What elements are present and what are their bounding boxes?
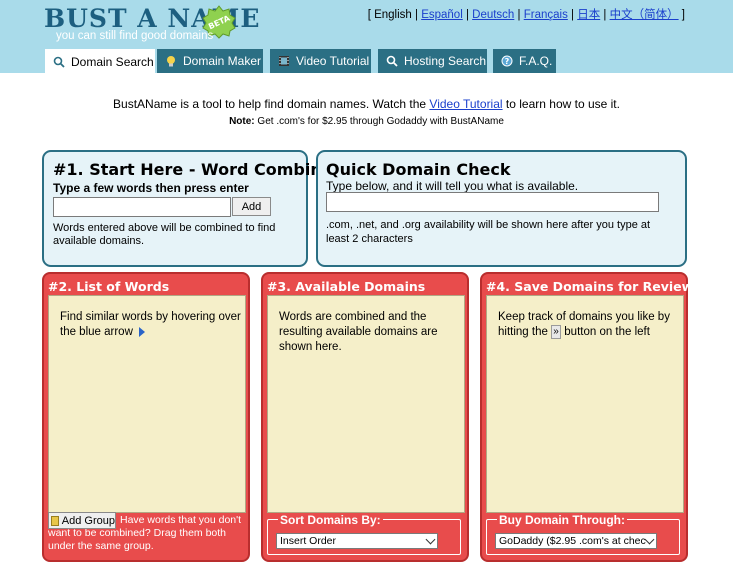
quick-check-title: Quick Domain Check: [326, 160, 511, 179]
chevron-down-icon: [425, 534, 436, 545]
tab-label: Domain Search: [71, 54, 154, 69]
word-input[interactable]: [53, 197, 231, 217]
film-icon: [279, 56, 289, 66]
folder-icon: [51, 515, 59, 526]
lang-deutsch[interactable]: Deutsch: [472, 9, 514, 21]
quick-check-input[interactable]: [326, 192, 659, 212]
quick-check-description: .com, .net, and .org availability will b…: [326, 219, 651, 245]
list-of-words-title: #2. List of Words: [48, 279, 170, 294]
save-domains-title: #4. Save Domains for Review: [486, 279, 694, 294]
lightbulb-icon: [167, 56, 175, 67]
tab-label: Hosting Search: [404, 54, 487, 68]
tab-domain-maker[interactable]: Domain Maker: [157, 49, 263, 73]
chevron-down-icon: [644, 534, 655, 545]
tab-video-tutorial[interactable]: Video Tutorial: [270, 49, 371, 73]
svg-text:?: ?: [505, 57, 510, 66]
saved-domains-area: Keep track of domains you like by hittin…: [486, 295, 684, 513]
tab-label: F.A.Q.: [519, 54, 553, 68]
video-tutorial-link[interactable]: Video Tutorial: [429, 97, 502, 111]
blue-arrow-icon: [138, 326, 145, 337]
lang-japanese[interactable]: 日本: [577, 9, 600, 21]
word-list-hint: Find similar words by hovering over the …: [60, 311, 241, 338]
save-arrow-button-icon: »: [551, 325, 562, 339]
word-combiner-subtitle: Type a few words then press enter: [53, 181, 249, 195]
lang-francais[interactable]: Français: [524, 9, 568, 21]
tab-hosting-search[interactable]: Hosting Search: [378, 49, 487, 73]
note-label: Note:: [229, 116, 255, 127]
tab-label: Domain Maker: [183, 54, 262, 68]
buy-domain-group: Buy Domain Through: GoDaddy ($2.95 .com'…: [486, 513, 680, 555]
lang-english[interactable]: English: [374, 9, 412, 21]
word-list-area: Find similar words by hovering over the …: [48, 295, 246, 513]
lang-espanol[interactable]: Español: [421, 9, 463, 21]
save-domains-panel: #4. Save Domains for Review Keep track o…: [480, 272, 693, 562]
word-combiner-title: #1. Start Here - Word Combiner: [53, 160, 341, 179]
available-domains-area: Words are combined and the resulting ava…: [267, 295, 465, 513]
language-bar: [ English | Español | Deutsch | Français…: [367, 9, 685, 21]
lang-chinese[interactable]: 中文（简体）: [610, 9, 679, 21]
available-domains-panel: #3. Available Domains Words are combined…: [261, 272, 469, 562]
search-icon: [53, 56, 65, 68]
list-of-words-panel: #2. List of Words Find similar words by …: [42, 272, 250, 562]
word-combiner-panel: #1. Start Here - Word Combiner Type a fe…: [42, 150, 341, 267]
sort-domains-legend: Sort Domains By:: [278, 513, 383, 527]
word-combiner-description: Words entered above will be combined to …: [53, 222, 276, 247]
tab-label: Video Tutorial: [296, 54, 370, 68]
add-word-button[interactable]: Add: [232, 197, 271, 216]
available-domains-title: #3. Available Domains: [267, 279, 426, 294]
add-group-button[interactable]: Add Group: [48, 512, 116, 529]
logo-tagline: you can still find good domains: [56, 30, 214, 42]
note-text: Note: Get .com's for $2.95 through Godad…: [229, 116, 504, 127]
save-domains-hint: Keep track of domains you like by hittin…: [498, 311, 670, 339]
intro-text: BustAName is a tool to help find domain …: [113, 97, 620, 111]
sort-domains-select[interactable]: Insert Order: [276, 533, 438, 549]
buy-domain-legend: Buy Domain Through:: [497, 513, 627, 527]
help-icon: ?: [501, 55, 513, 67]
tab-faq[interactable]: ? F.A.Q.: [493, 49, 556, 73]
available-domains-hint: Words are combined and the resulting ava…: [279, 311, 438, 353]
header: BUST A NAME BETA you can still find good…: [0, 0, 733, 74]
tab-domain-search[interactable]: Domain Search: [45, 49, 155, 74]
buy-domain-select[interactable]: GoDaddy ($2.95 .com's at chec: [495, 533, 657, 549]
search-icon: [386, 55, 398, 67]
quick-domain-check-panel: Quick Domain Check Type below, and it wi…: [316, 150, 687, 267]
sort-domains-group: Sort Domains By: Insert Order: [267, 513, 461, 555]
add-group-label: Add Group: [61, 514, 115, 527]
quick-check-subtitle: Type below, and it will tell you what is…: [326, 179, 579, 193]
